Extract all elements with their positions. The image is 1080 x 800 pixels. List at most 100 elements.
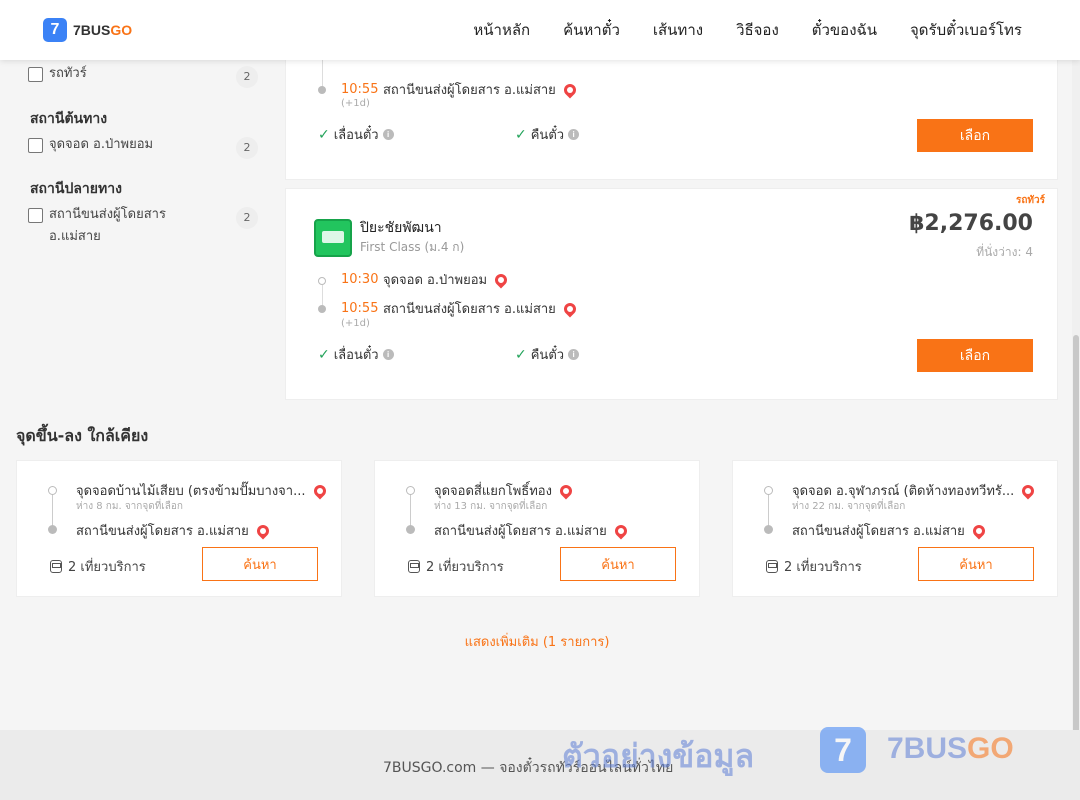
nearby-search-button[interactable]: ค้นหา bbox=[918, 547, 1034, 581]
destination-name: สถานีขนส่งผู้โดยสาร อ.แม่สาย bbox=[76, 524, 249, 539]
checkbox[interactable] bbox=[28, 67, 43, 82]
nav-search-tickets[interactable]: ค้นหาตั๋ว bbox=[563, 18, 620, 42]
policy-label: คืนตั๋ว bbox=[530, 348, 565, 363]
bus-icon bbox=[766, 560, 778, 573]
depart-stop: 10:30 จุดจอด อ.ป่าพยอม bbox=[341, 269, 510, 290]
nearby-distance: ห่าง 8 กม. จากจุดที่เลือก bbox=[76, 501, 183, 512]
seats-available: ที่นั่งว่าง: 4 bbox=[976, 245, 1033, 259]
arrival-dot bbox=[318, 86, 326, 94]
nearby-card: จุดจอดบ้านไม้เสียบ (ตรงข้ามปั๊มบางจา... … bbox=[16, 460, 342, 597]
info-icon[interactable]: i bbox=[568, 129, 580, 140]
bus-class: First Class (ม.4 ก) bbox=[360, 240, 465, 254]
watermark-brand: 7BUSGO bbox=[887, 732, 1014, 765]
scrollbar-thumb[interactable] bbox=[1073, 335, 1079, 755]
watermark-text: ตัวอย่างข้อมูล bbox=[562, 737, 755, 775]
filter-origin[interactable]: จุดจอด อ.ป่าพยอม 2 bbox=[28, 137, 258, 159]
nearby-services: 2 เที่ยวบริการ bbox=[766, 556, 862, 577]
map-pin-icon[interactable] bbox=[492, 271, 510, 288]
site-logo[interactable]: 7 7BUSGO bbox=[43, 18, 132, 42]
route-line bbox=[321, 285, 323, 307]
show-more-link[interactable]: แสดงเพิ่มเติม (1 รายการ) bbox=[0, 631, 1074, 652]
nav-pickup-points[interactable]: จุดรับตั๋วเบอร์โทร bbox=[910, 18, 1022, 42]
arrival-time: 10:55 bbox=[341, 82, 379, 97]
map-pin-icon[interactable] bbox=[311, 482, 326, 499]
nav-my-tickets[interactable]: ตั๋วของฉัน bbox=[812, 18, 877, 42]
check-icon: ✓ bbox=[318, 126, 330, 143]
services-count: 2 เที่ยวบริการ bbox=[426, 560, 504, 575]
services-count: 2 เที่ยวบริการ bbox=[68, 560, 146, 575]
map-pin-icon[interactable] bbox=[557, 482, 575, 499]
map-pin-icon[interactable] bbox=[970, 522, 988, 539]
trip-price: ฿2,276.00 bbox=[909, 211, 1033, 236]
trip-card: รถทัวร์ ปิยะชัยพัฒนา First Class (ม.4 ก)… bbox=[285, 188, 1058, 400]
policy-label: คืนตั๋ว bbox=[530, 128, 565, 143]
check-icon: ✓ bbox=[318, 346, 330, 363]
route-line bbox=[410, 491, 411, 527]
bus-icon bbox=[50, 560, 62, 573]
select-trip-button[interactable]: เลือก bbox=[917, 339, 1033, 372]
arrival-stop: 10:55 สถานีขนส่งผู้โดยสาร อ.แม่สาย bbox=[341, 79, 579, 100]
change-ticket-policy: ✓ เลื่อนตั๋ว i bbox=[318, 124, 394, 145]
arrival-stop: 10:55 สถานีขนส่งผู้โดยสาร อ.แม่สาย bbox=[341, 298, 579, 319]
filter-label: จุดจอด อ.ป่าพยอม bbox=[49, 137, 154, 152]
arrival-station: สถานีขนส่งผู้โดยสาร อ.แม่สาย bbox=[383, 83, 556, 98]
logo-mark-icon: 7 bbox=[43, 18, 67, 42]
filter-label: สถานีขนส่งผู้โดยสาร อ.แม่สาย bbox=[49, 207, 166, 244]
map-pin-icon[interactable] bbox=[1019, 482, 1037, 499]
operator-logo bbox=[314, 219, 352, 257]
filter-count-badge: 2 bbox=[236, 137, 258, 159]
route-line bbox=[52, 491, 53, 527]
depart-time: 10:30 bbox=[341, 272, 379, 287]
destination-name: สถานีขนส่งผู้โดยสาร อ.แม่สาย bbox=[434, 524, 607, 539]
nearby-destination: สถานีขนส่งผู้โดยสาร อ.แม่สาย bbox=[792, 520, 988, 541]
checkbox[interactable] bbox=[28, 138, 43, 153]
page-scrollbar[interactable] bbox=[1072, 0, 1080, 800]
nav-home[interactable]: หน้าหลัก bbox=[473, 18, 530, 42]
nearby-origin: จุดจอดบ้านไม้เสียบ (ตรงข้ามปั๊มบางจา... bbox=[76, 480, 326, 501]
plus-day: (+1d) bbox=[341, 98, 370, 109]
nearby-origin: จุดจอดสี่แยกโพธิ์ทอง bbox=[434, 480, 684, 501]
policy-label: เลื่อนตั๋ว bbox=[333, 128, 379, 143]
nav-routes[interactable]: เส้นทาง bbox=[653, 18, 703, 42]
nav-how-to-book[interactable]: วิธีจอง bbox=[736, 18, 779, 42]
nearby-services: 2 เที่ยวบริการ bbox=[408, 556, 504, 577]
map-pin-icon[interactable] bbox=[561, 300, 579, 317]
origin-dot bbox=[48, 486, 57, 495]
filter-bus-type[interactable]: รถทัวร์ 2 bbox=[28, 66, 258, 88]
filter-count-badge: 2 bbox=[236, 66, 258, 88]
check-icon: ✓ bbox=[515, 126, 527, 143]
nearby-card: จุดจอดสี่แยกโพธิ์ทอง ห่าง 13 กม. จากจุดท… bbox=[374, 460, 700, 597]
destination-heading: สถานีปลายทาง bbox=[30, 181, 122, 197]
depart-station: จุดจอด อ.ป่าพยอม bbox=[383, 273, 488, 288]
info-icon[interactable]: i bbox=[568, 349, 580, 360]
origin-name: จุดจอดบ้านไม้เสียบ (ตรงข้ามปั๊มบางจา... bbox=[76, 484, 306, 499]
nearby-destination: สถานีขนส่งผู้โดยสาร อ.แม่สาย bbox=[76, 520, 272, 541]
nearby-card: จุดจอด อ.จุฬาภรณ์ (ติดห้างทองทวีทรั... ห… bbox=[732, 460, 1058, 597]
filter-destination[interactable]: สถานีขนส่งผู้โดยสาร อ.แม่สาย 2 bbox=[28, 207, 258, 248]
arrival-dot bbox=[318, 305, 326, 313]
route-line bbox=[321, 59, 323, 89]
plus-day: (+1d) bbox=[341, 318, 370, 329]
destination-dot bbox=[406, 525, 415, 534]
nearby-search-button[interactable]: ค้นหา bbox=[202, 547, 318, 581]
refund-policy: ✓ คืนตั๋ว i bbox=[515, 124, 580, 145]
map-pin-icon[interactable] bbox=[612, 522, 630, 539]
nearby-section-title: จุดขึ้น-ลง ใกล้เคียง bbox=[16, 426, 149, 445]
origin-dot bbox=[406, 486, 415, 495]
checkbox[interactable] bbox=[28, 208, 43, 223]
operator-name: ปิยะชัยพัฒนา bbox=[360, 220, 442, 236]
origin-name: จุดจอดสี่แยกโพธิ์ทอง bbox=[434, 484, 552, 499]
nearby-search-button[interactable]: ค้นหา bbox=[560, 547, 676, 581]
change-ticket-policy: ✓ เลื่อนตั๋ว i bbox=[318, 344, 394, 365]
info-icon[interactable]: i bbox=[382, 129, 394, 140]
nearby-services: 2 เที่ยวบริการ bbox=[50, 556, 146, 577]
check-icon: ✓ bbox=[515, 346, 527, 363]
map-pin-icon[interactable] bbox=[254, 522, 272, 539]
filter-count-badge: 2 bbox=[236, 207, 258, 229]
origin-name: จุดจอด อ.จุฬาภรณ์ (ติดห้างทองทวีทรั... bbox=[792, 484, 1015, 499]
info-icon[interactable]: i bbox=[382, 349, 394, 360]
refund-policy: ✓ คืนตั๋ว i bbox=[515, 344, 580, 365]
arrival-station: สถานีขนส่งผู้โดยสาร อ.แม่สาย bbox=[383, 302, 556, 317]
select-trip-button[interactable]: เลือก bbox=[917, 119, 1033, 152]
map-pin-icon[interactable] bbox=[561, 81, 579, 98]
